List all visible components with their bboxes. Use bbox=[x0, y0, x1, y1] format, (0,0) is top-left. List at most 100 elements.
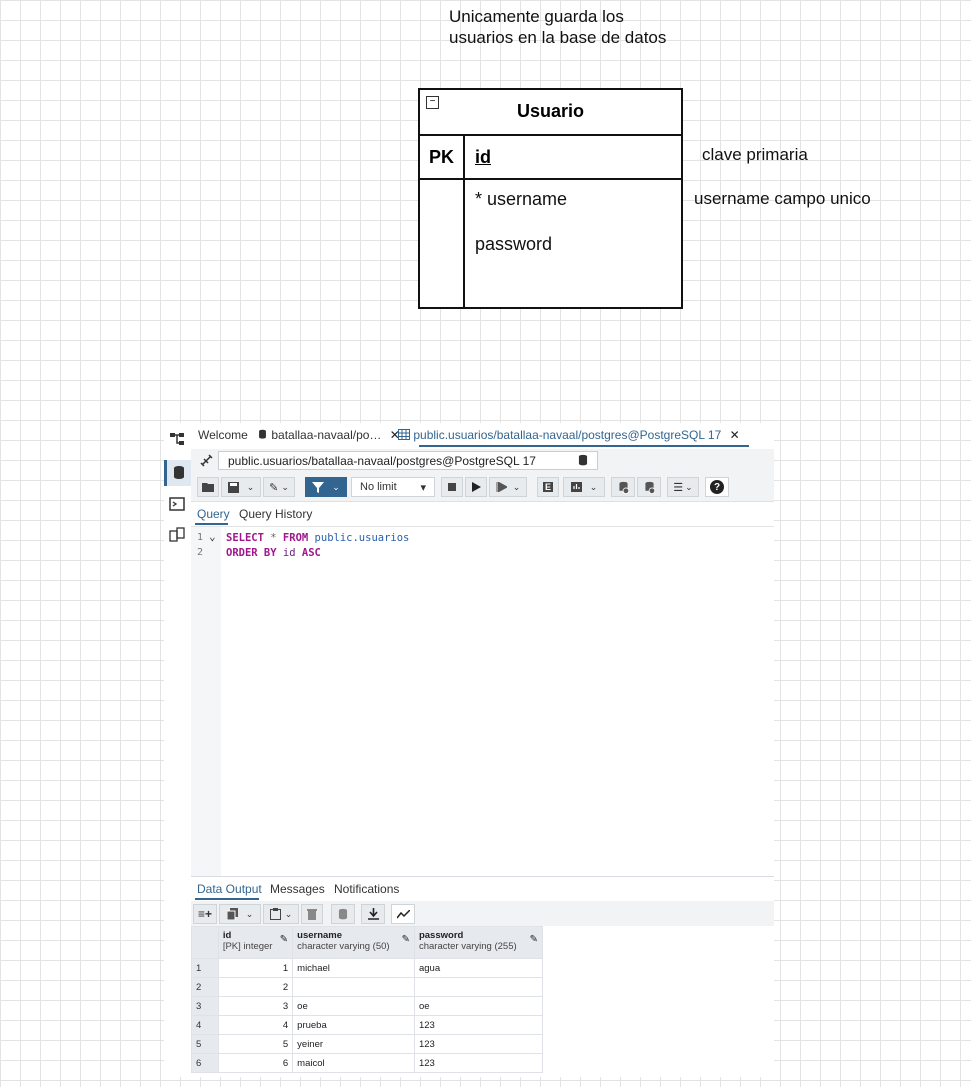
tab-messages[interactable]: Messages bbox=[270, 882, 325, 896]
row-number[interactable]: 3 bbox=[191, 996, 219, 1016]
cell-username[interactable]: yeiner bbox=[292, 1034, 415, 1054]
query-tool-icon[interactable] bbox=[164, 460, 191, 486]
line-number: 1 bbox=[197, 532, 204, 543]
execute-options-button[interactable]: ⌄ bbox=[489, 477, 527, 497]
tab-notifications[interactable]: Notifications bbox=[334, 882, 399, 896]
close-tab-icon[interactable]: ✕ bbox=[730, 428, 740, 442]
line-number: 2 bbox=[197, 547, 204, 558]
stop-button[interactable] bbox=[441, 477, 463, 497]
entity-title: Usuario bbox=[516, 101, 585, 121]
pencil-icon[interactable]: ✎ bbox=[530, 934, 538, 945]
explain-analyze-button[interactable]: ⌄ bbox=[563, 477, 605, 497]
connection-status-icon[interactable] bbox=[199, 453, 214, 471]
cell-username[interactable]: oe bbox=[292, 996, 415, 1016]
open-file-button[interactable] bbox=[197, 477, 219, 497]
line-gutter: 1 2 ⌄ bbox=[191, 527, 221, 876]
cell-password[interactable]: 123 bbox=[413, 1034, 544, 1054]
macros-button[interactable]: ☰ ⌄ bbox=[667, 477, 699, 497]
schema-diff-icon[interactable] bbox=[168, 526, 186, 544]
left-sidebar bbox=[164, 423, 191, 1077]
tab-data-output[interactable]: Data Output bbox=[197, 882, 262, 896]
filter-button[interactable]: ⌄ bbox=[305, 477, 347, 497]
connection-select[interactable]: public.usuarios/batallaa-navaal/postgres… bbox=[218, 451, 598, 470]
execute-button[interactable] bbox=[465, 477, 487, 497]
pencil-icon[interactable]: ✎ bbox=[280, 934, 288, 945]
psql-terminal-icon[interactable] bbox=[168, 495, 186, 513]
cell-password[interactable] bbox=[413, 977, 544, 997]
database-icon[interactable] bbox=[577, 454, 589, 470]
cell-password[interactable]: agua bbox=[413, 958, 544, 978]
result-grid[interactable]: ✎ id [PK] integer ✎ username character v… bbox=[191, 926, 544, 1073]
table-row[interactable]: 5 5 yeiner 123 bbox=[191, 1034, 544, 1054]
tab-query-usuarios[interactable]: public.usuarios/batallaa-navaal/postgres… bbox=[398, 428, 740, 442]
chevron-down-icon: ⌄ bbox=[685, 481, 693, 492]
code-line-1: SELECT * FROM public.usuarios bbox=[226, 532, 410, 544]
column-header-username[interactable]: ✎ username character varying (50) bbox=[292, 926, 415, 959]
commit-button[interactable] bbox=[611, 477, 635, 497]
column-header-id[interactable]: ✎ id [PK] integer bbox=[217, 926, 294, 959]
chevron-down-icon: ⌄ bbox=[246, 481, 255, 492]
cell-password[interactable]: 123 bbox=[413, 1015, 544, 1035]
cell-username[interactable]: maicol bbox=[292, 1053, 415, 1073]
cell-id[interactable]: 6 bbox=[217, 1053, 294, 1073]
tab-database[interactable]: batallaa-navaal/po… ✕ bbox=[257, 428, 400, 442]
delete-button[interactable] bbox=[301, 904, 323, 924]
column-type: character varying (50) bbox=[297, 941, 390, 952]
entity-pk-row: PK id bbox=[420, 134, 681, 180]
table-row[interactable]: 6 6 maicol 123 bbox=[191, 1053, 544, 1073]
column-header-password[interactable]: ✎ password character varying (255) bbox=[413, 926, 544, 959]
table-row[interactable]: 2 2 bbox=[191, 977, 544, 997]
row-number[interactable]: 5 bbox=[191, 1034, 219, 1054]
row-number-header bbox=[191, 926, 219, 959]
tab-welcome[interactable]: Welcome bbox=[198, 428, 248, 442]
explain-button[interactable]: E bbox=[537, 477, 559, 497]
active-tab-indicator bbox=[419, 445, 749, 447]
download-button[interactable] bbox=[361, 904, 385, 924]
table-row[interactable]: 1 1 michael agua bbox=[191, 958, 544, 978]
annotation-primary-key: clave primaria bbox=[702, 145, 808, 164]
database-icon bbox=[257, 428, 271, 442]
rollback-button[interactable] bbox=[637, 477, 661, 497]
column-name: id bbox=[222, 930, 232, 941]
query-toolbar: ⌄ ✎ ⌄ ⌄ No limit ▾ ⌄ E ⌄ ☰ ⌄ ? bbox=[191, 474, 774, 502]
cell-username[interactable] bbox=[292, 977, 415, 997]
add-row-icon: ≡+ bbox=[197, 907, 212, 921]
save-data-button[interactable] bbox=[331, 904, 355, 924]
table-row[interactable]: 3 3 oe oe bbox=[191, 996, 544, 1016]
object-explorer-icon[interactable] bbox=[168, 430, 186, 448]
table-row[interactable]: 4 4 prueba 123 bbox=[191, 1015, 544, 1035]
save-button[interactable]: ⌄ bbox=[221, 477, 261, 497]
cell-id[interactable]: 3 bbox=[217, 996, 294, 1016]
row-number[interactable]: 1 bbox=[191, 958, 219, 978]
fold-icon[interactable]: ⌄ bbox=[209, 530, 216, 543]
row-limit-select[interactable]: No limit ▾ bbox=[351, 477, 435, 497]
chevron-down-icon: ⌄ bbox=[332, 481, 340, 492]
row-number[interactable]: 6 bbox=[191, 1053, 219, 1073]
row-number[interactable]: 4 bbox=[191, 1015, 219, 1035]
graph-visualiser-button[interactable] bbox=[391, 904, 415, 924]
cell-username[interactable]: michael bbox=[292, 958, 415, 978]
pencil-icon[interactable]: ✎ bbox=[402, 934, 410, 945]
cell-password[interactable]: 123 bbox=[413, 1053, 544, 1073]
sql-editor[interactable]: 1 2 ⌄ SELECT * FROM public.usuarios ORDE… bbox=[191, 527, 774, 876]
connection-bar: public.usuarios/batallaa-navaal/postgres… bbox=[191, 449, 774, 474]
tab-query[interactable]: Query bbox=[197, 507, 230, 521]
row-number[interactable]: 2 bbox=[191, 977, 219, 997]
edit-button[interactable]: ✎ ⌄ bbox=[263, 477, 295, 497]
note-line-2: usuarios en la base de datos bbox=[449, 28, 667, 47]
paste-button[interactable]: ⌄ bbox=[263, 904, 299, 924]
cell-password[interactable]: oe bbox=[413, 996, 544, 1016]
entity-header: − Usuario bbox=[420, 90, 681, 136]
cell-id[interactable]: 5 bbox=[217, 1034, 294, 1054]
copy-button[interactable]: ⌄ bbox=[219, 904, 261, 924]
cell-username[interactable]: prueba bbox=[292, 1015, 415, 1035]
tab-query-history[interactable]: Query History bbox=[239, 507, 312, 521]
cell-id[interactable]: 2 bbox=[217, 977, 294, 997]
active-output-tab-indicator bbox=[195, 898, 259, 900]
cell-id[interactable]: 1 bbox=[217, 958, 294, 978]
entity-usuario[interactable]: − Usuario PK id * username password bbox=[418, 88, 683, 309]
help-button[interactable]: ? bbox=[705, 477, 729, 497]
add-row-button[interactable]: ≡+ bbox=[193, 904, 217, 924]
cell-id[interactable]: 4 bbox=[217, 1015, 294, 1035]
tab-database-label: batallaa-navaal/po… bbox=[271, 428, 382, 442]
